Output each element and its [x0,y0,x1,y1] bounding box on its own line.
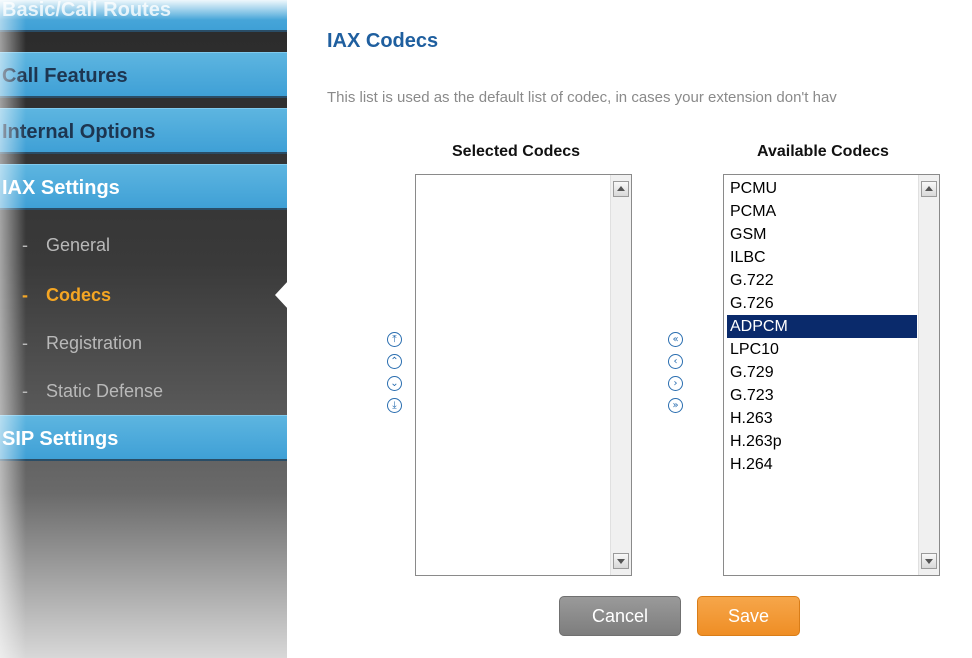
sidebar-item-label: General [46,235,111,255]
menu-sip-settings[interactable]: SIP Settings [0,415,287,461]
dash-icon: - [22,285,28,305]
selected-codecs-list[interactable] [415,174,632,576]
move-up-icon[interactable]: ⌃ [387,354,402,369]
menu-label: SIP Settings [2,428,119,450]
move-all-right-icon[interactable]: » [668,398,683,413]
move-down-icon[interactable]: ⌄ [387,376,402,391]
codec-option[interactable]: H.263p [727,430,917,453]
menu-basic-call-routes[interactable]: Basic/Call Routes [0,0,287,32]
scrollbar[interactable] [918,175,939,575]
menu-label: Call Features [2,65,128,87]
codec-option[interactable]: PCMA [727,200,917,223]
move-top-icon[interactable]: ⤒ [387,332,402,347]
codec-option[interactable]: G.723 [727,384,917,407]
sidebar-item-registration[interactable]: - Registration [0,323,287,363]
dash-icon: - [22,381,28,401]
sidebar-item-static-defense[interactable]: - Static Defense [0,371,287,411]
sidebar-item-label: Registration [46,333,143,353]
save-button[interactable]: Save [697,596,800,636]
sidebar-item-codecs[interactable]: - Codecs [0,275,287,315]
page-description: This list is used as the default list of… [327,89,837,106]
dash-icon: - [22,235,28,255]
scroll-down-icon[interactable] [921,553,937,569]
codec-option[interactable]: H.263 [727,407,917,430]
scroll-down-icon[interactable] [613,553,629,569]
move-left-icon[interactable]: ‹ [668,354,683,369]
codec-option[interactable]: GSM [727,223,917,246]
available-codecs-items: PCMU PCMA GSM ILBC G.722 G.726 ADPCM LPC10 G.729… [727,177,917,476]
sidebar: Basic/Call Routes Call Features Internal… [0,0,287,658]
dash-icon: - [22,333,28,353]
move-bottom-icon[interactable]: ⤓ [387,398,402,413]
available-codecs-list[interactable]: PCMU PCMA GSM ILBC G.722 G.726 ADPCM LPC10 G.729… [723,174,940,576]
menu-label: Internal Options [2,121,156,143]
sidebar-item-label: Static Defense [46,381,164,401]
menu-call-features[interactable]: Call Features [0,52,287,98]
codec-option[interactable]: H.264 [727,453,917,476]
menu-iax-settings[interactable]: IAX Settings [0,164,287,210]
selected-codecs-title: Selected Codecs [452,143,581,160]
scroll-up-icon[interactable] [613,181,629,197]
menu-internal-options[interactable]: Internal Options [0,108,287,154]
page-title: IAX Codecs [327,30,439,52]
sidebar-item-general[interactable]: - General [0,225,287,265]
codec-option[interactable]: G.722 [727,269,917,292]
scroll-up-icon[interactable] [921,181,937,197]
scrollbar[interactable] [610,175,631,575]
move-all-left-icon[interactable]: « [668,332,683,347]
codec-option[interactable]: G.726 [727,292,917,315]
menu-label: Basic/Call Routes [2,0,171,21]
codec-option[interactable]: ILBC [727,246,917,269]
active-indicator-icon [275,281,287,309]
order-buttons: ⤒ ⌃ ⌄ ⤓ [387,332,407,420]
codec-option[interactable]: PCMU [727,177,917,200]
menu-label: IAX Settings [2,177,120,199]
codec-option[interactable]: G.729 [727,361,917,384]
transfer-buttons: « ‹ › » [668,332,688,420]
cancel-button[interactable]: Cancel [559,596,681,636]
move-right-icon[interactable]: › [668,376,683,391]
sidebar-item-label: Codecs [46,285,112,305]
codec-option[interactable]: ADPCM [727,315,917,338]
available-codecs-title: Available Codecs [757,143,889,160]
codec-option[interactable]: LPC10 [727,338,917,361]
